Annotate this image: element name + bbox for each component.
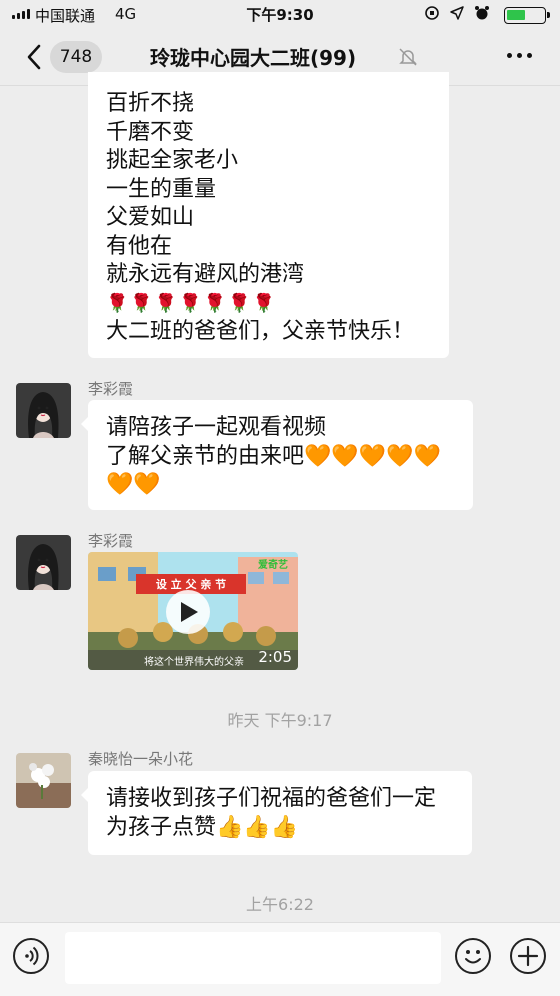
message-line: 百折不挠 [106,91,195,116]
more-dots-icon[interactable] [507,53,532,58]
message-line: 🧡🧡 [106,472,161,497]
plus-icon[interactable] [510,938,546,974]
message-line: 请接收到孩子们祝福的爸爸们一定 [106,786,437,811]
battery-icon [504,7,550,24]
message-line: 为孩子点赞👍👍👍 [106,814,299,840]
message-line: 一生的重量 [106,176,217,202]
location-icon [450,6,464,20]
message-bubble: 百折不挠 千磨不变 挑起全家老小 一生的重量 父爱如山 有他在 就永远有避风的港… [88,72,449,358]
avatar[interactable] [16,383,71,438]
message-bubble[interactable]: 请陪孩子一起观看视频 了解父亲节的由来吧🧡🧡🧡🧡🧡 🧡🧡 [81,400,473,510]
message-line: 请陪孩子一起观看视频 [106,415,327,440]
sender-name: 李彩霞 [88,532,134,550]
message-line: 了解父亲节的由来吧🧡🧡🧡🧡🧡 [106,443,441,469]
video-banner-text: 设 立 父 亲 节 [155,578,227,591]
video-message[interactable]: 设 立 父 亲 节 爱奇艺 将这个世界伟大的父亲 2:05 [88,552,298,670]
message-bubble[interactable]: 请接收到孩子们祝福的爸爸们一定 为孩子点赞👍👍👍 [81,771,472,855]
message-line: 有他在 [106,233,173,259]
sender-name: 秦晓怡一朵小花 [88,750,194,768]
input-bar [0,922,560,996]
mute-bell-icon [399,48,417,66]
message-timestamp: 昨天 下午9:17 [227,711,333,730]
avatar[interactable] [16,535,71,590]
status-bar: 中国联通 4G 下午9:30 [0,0,560,28]
message-line: 千磨不变 [106,119,195,145]
message-line: 大二班的爸爸们，父亲节快乐！ [106,319,415,344]
video-subtitle: 将这个世界伟大的父亲 [144,657,244,668]
video-duration: 2:05 [258,648,292,666]
alarm-icon [475,6,489,20]
sender-name: 李彩霞 [88,380,134,398]
back-chevron-icon[interactable] [22,42,50,72]
message-line: 就永远有避风的港湾 [106,262,305,287]
avatar[interactable] [16,753,71,808]
orientation-lock-icon [425,6,439,20]
message-line: 挑起全家老小 [106,148,239,173]
emoji-icon[interactable] [455,938,491,974]
message-input[interactable] [65,932,441,984]
message-line: 父爱如山 [106,205,195,230]
voice-icon[interactable] [13,938,49,974]
unread-count-badge[interactable]: 748 [50,41,102,73]
message-line: 🌹🌹🌹🌹🌹🌹🌹 [106,292,277,314]
video-logo: 爱奇艺 [258,560,288,571]
chat-title: 玲珑中心园大二班(99) [150,46,357,70]
message-timestamp: 上午6:22 [246,895,314,914]
